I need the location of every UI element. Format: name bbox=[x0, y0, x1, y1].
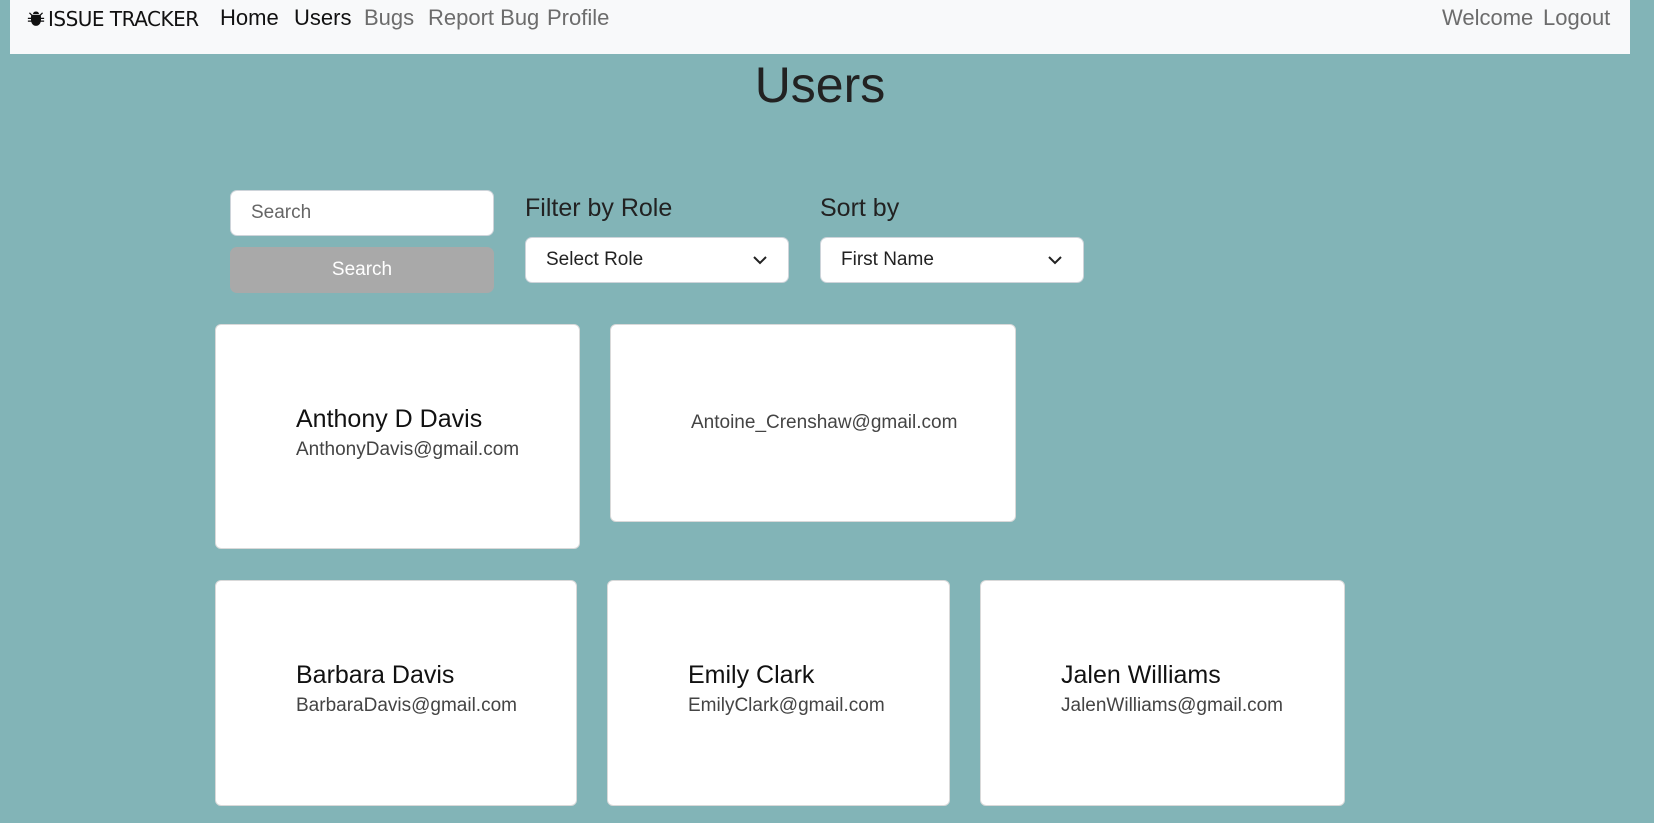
role-select[interactable]: Select Role bbox=[525, 237, 789, 283]
user-name: Anthony D Davis bbox=[296, 405, 483, 433]
page-title: Users bbox=[754, 57, 886, 113]
search-input[interactable] bbox=[230, 190, 494, 236]
search-button[interactable]: Search bbox=[230, 247, 494, 293]
user-email: EmilyClark@gmail.com bbox=[688, 695, 885, 716]
user-card[interactable]: Jalen Williams JalenWilliams@gmail.com bbox=[980, 580, 1345, 806]
sort-select-value: First Name bbox=[841, 249, 934, 270]
bug-icon bbox=[27, 11, 45, 26]
user-card[interactable]: Anthony D Davis AnthonyDavis@gmail.com bbox=[215, 324, 580, 549]
user-card[interactable]: Emily Clark EmilyClark@gmail.com bbox=[607, 580, 950, 806]
brand-logo[interactable]: ISSUE TRACKER bbox=[26, 6, 199, 32]
sort-label: Sort by bbox=[820, 194, 900, 222]
user-email: BarbaraDavis@gmail.com bbox=[296, 695, 517, 716]
nav-logout[interactable]: Logout bbox=[1543, 5, 1610, 31]
user-card[interactable]: Antoine_Crenshaw@gmail.com bbox=[610, 324, 1016, 522]
top-navbar: ISSUE TRACKER Home Users Bugs Report Bug… bbox=[10, 0, 1630, 54]
nav-bugs[interactable]: Bugs bbox=[364, 5, 414, 31]
chevron-down-icon bbox=[1048, 256, 1062, 265]
nav-profile[interactable]: Profile bbox=[547, 5, 609, 31]
role-select-value: Select Role bbox=[546, 249, 644, 270]
brand-text: ISSUE TRACKER bbox=[48, 7, 199, 31]
chevron-down-icon bbox=[753, 256, 767, 265]
role-filter-label: Filter by Role bbox=[525, 194, 673, 222]
sort-select[interactable]: First Name bbox=[820, 237, 1084, 283]
user-name: Emily Clark bbox=[688, 661, 815, 689]
user-email: AnthonyDavis@gmail.com bbox=[296, 439, 520, 460]
nav-welcome[interactable]: Welcome bbox=[1442, 5, 1533, 31]
nav-users[interactable]: Users bbox=[294, 5, 351, 31]
user-email: JalenWilliams@gmail.com bbox=[1061, 695, 1283, 716]
nav-report-bug[interactable]: Report Bug bbox=[428, 5, 539, 31]
user-name: Jalen Williams bbox=[1061, 661, 1221, 689]
nav-home[interactable]: Home bbox=[220, 5, 279, 31]
user-name: Barbara Davis bbox=[296, 661, 455, 689]
user-email: Antoine_Crenshaw@gmail.com bbox=[691, 412, 958, 433]
user-card[interactable]: Barbara Davis BarbaraDavis@gmail.com bbox=[215, 580, 577, 806]
